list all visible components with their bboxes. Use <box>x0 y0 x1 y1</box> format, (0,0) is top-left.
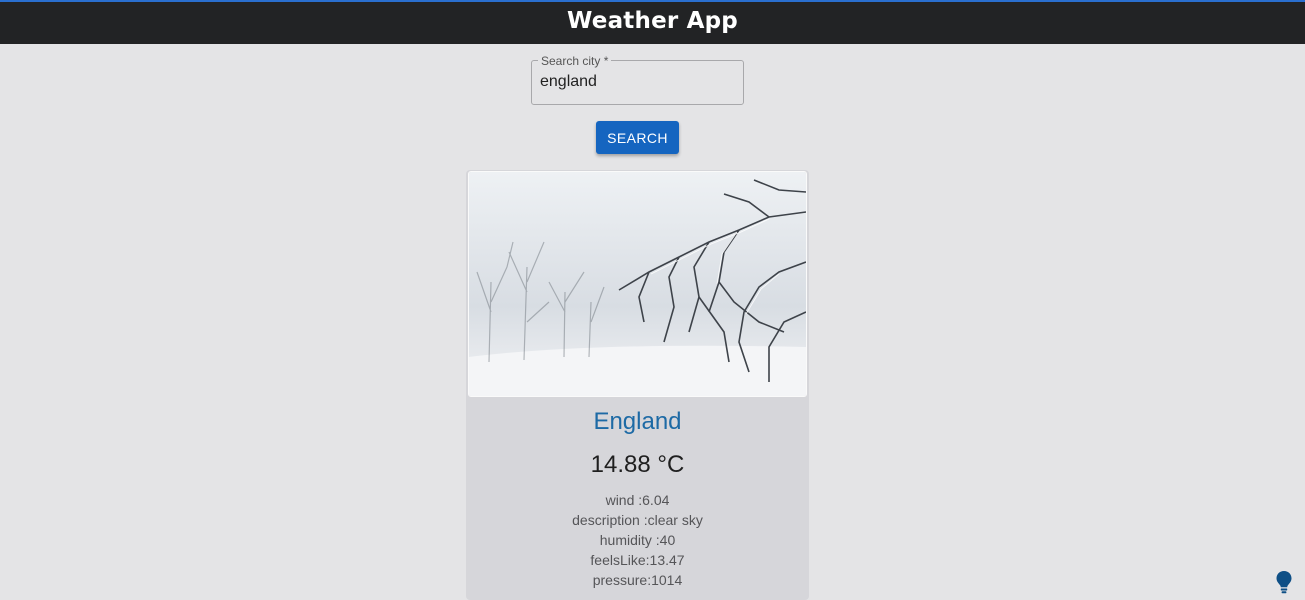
feels-like-value: feelsLike:13.47 <box>590 552 685 568</box>
pressure-value: pressure:1014 <box>592 572 683 588</box>
app-header: Weather App <box>0 0 1305 44</box>
search-button[interactable]: SEARCH <box>596 121 679 154</box>
weather-image <box>469 172 806 396</box>
lightbulb-icon[interactable] <box>1275 570 1293 594</box>
wind-value: wind :6.04 <box>605 492 670 508</box>
search-city-input[interactable] <box>540 73 730 91</box>
weather-details: wind :6.04 description :clear sky humidi… <box>466 490 809 590</box>
frosted-branches-photo <box>468 171 807 397</box>
app-title: Weather App <box>567 8 738 34</box>
city-name: England <box>593 408 682 435</box>
humidity-value: humidity :40 <box>599 532 676 548</box>
description-value: description :clear sky <box>572 512 703 528</box>
weather-card: England 14.88 °C wind :6.04 description … <box>466 170 809 600</box>
search-city-label: Search city * <box>538 55 612 67</box>
search-city-field[interactable]: Search city * <box>531 55 744 105</box>
temperature: 14.88 °C <box>590 451 685 478</box>
